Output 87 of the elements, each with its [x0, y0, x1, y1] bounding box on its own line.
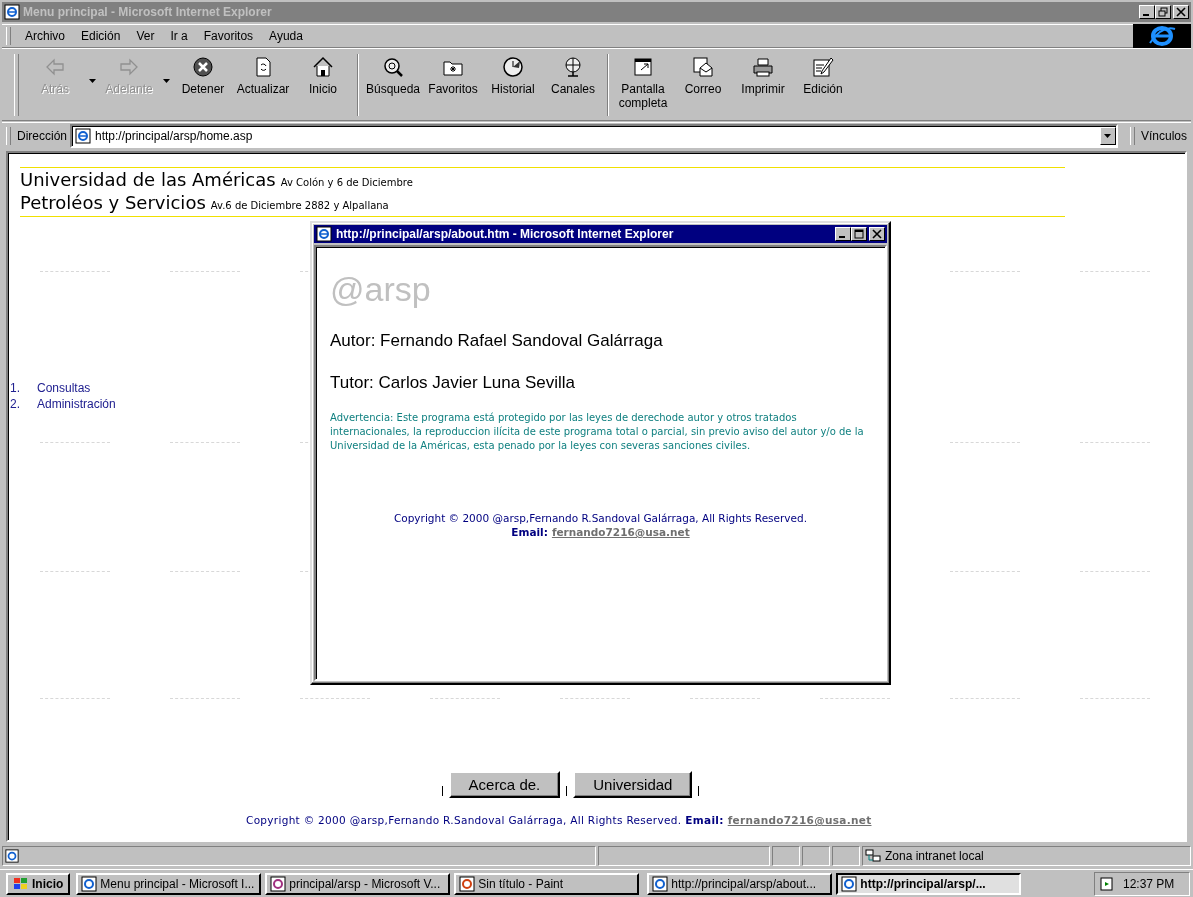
organization-address: Av.6 de Diciembre 2882 y Alpallana	[210, 199, 389, 213]
toolbar-button[interactable]: Canales	[543, 51, 603, 118]
printer-icon	[752, 55, 774, 78]
tutor-text: Tutor: Carlos Javier Luna Sevilla	[330, 373, 577, 393]
menu-item[interactable]: Ir a	[162, 28, 196, 43]
minimize-icon	[839, 236, 845, 238]
email-link[interactable]: fernando7216@usa.net	[551, 525, 690, 539]
fullscreen-icon	[632, 55, 654, 78]
toolbar-button[interactable]: Correo	[673, 51, 733, 118]
page-button[interactable]: Universidad	[573, 771, 693, 798]
toolbar-button[interactable]: Detener	[173, 51, 233, 118]
network-icon	[865, 848, 881, 865]
close-button[interactable]	[1173, 4, 1189, 19]
windows-logo-icon	[13, 876, 29, 891]
menu-item[interactable]: Favoritos	[195, 28, 262, 43]
page-button[interactable]: Acerca de.	[448, 771, 561, 798]
toolbar-button[interactable]: Edición	[793, 51, 853, 118]
clock-text: 12:37 PM	[1123, 876, 1175, 891]
caret-icon	[1104, 134, 1112, 139]
toolbar-button[interactable]: Actualizar	[233, 51, 293, 118]
maximize-button[interactable]	[851, 227, 867, 241]
home-icon	[312, 55, 334, 78]
mail-icon	[692, 55, 714, 78]
toolbar-button[interactable]: Imprimir	[733, 51, 793, 118]
list-number: 2.	[10, 396, 21, 412]
copyright-text: Copyright © 2000 @arsp,Fernando R.Sandoval Galárraga, All Rights Reserved.	[246, 814, 682, 826]
menu-item[interactable]: Archivo	[17, 28, 73, 43]
search-icon	[382, 55, 404, 78]
email-label: Email:	[511, 525, 548, 539]
window-icon	[652, 875, 669, 892]
window-icon	[270, 875, 287, 892]
logo-text: @arsp	[330, 269, 432, 309]
organization-address: Av Colón y 6 de Diciembre	[280, 176, 413, 190]
menu-link[interactable]: Administración	[37, 396, 116, 412]
copyright-text: Copyright © 2000 @arsp,Fernando R.Sandoval Galárraga, All Rights Reserved.	[393, 512, 808, 524]
window-icon	[459, 875, 476, 892]
edit-icon	[812, 55, 834, 78]
address-field[interactable]: http://principal/arsp/home.asp	[70, 124, 1118, 149]
caret-icon	[162, 78, 170, 83]
restore-button[interactable]	[1155, 4, 1171, 19]
menu-item[interactable]: Ver	[128, 28, 163, 43]
toolbar-button[interactable]: Pantalla completa	[613, 51, 673, 118]
status-panel	[802, 846, 830, 867]
window-icon	[841, 875, 858, 892]
warning-text: Advertencia: Este programa está protegido por las leyes de derechode autor y otros tratados internacionales, la reproduccion ilícita de este programa total o parcial, sin previo aviso del autor y/o de la Universidad de la Américas, esta penado por la leyes con severas sanciones civiles.	[330, 411, 865, 453]
minimize-button[interactable]	[835, 227, 851, 241]
page-icon	[75, 128, 91, 145]
toolbar-button[interactable]: Búsqueda	[363, 51, 423, 118]
taskbar-button[interactable]: principal/arsp - Microsoft V...	[265, 872, 451, 895]
toolbar-button[interactable]: Favoritos	[423, 51, 483, 118]
speaker-icon[interactable]	[1099, 875, 1115, 892]
menu-item[interactable]: Edición	[73, 28, 129, 43]
author-text: Autor: Fernando Rafael Sandoval Galárraga	[330, 331, 664, 351]
close-button[interactable]	[869, 227, 885, 241]
caret-icon	[88, 78, 96, 83]
organization-name: Universidad de las Américas	[20, 170, 276, 190]
menu-item[interactable]: Ayuda	[261, 28, 311, 43]
status-panel	[832, 846, 860, 867]
browser-logo	[1133, 23, 1191, 48]
globe-icon	[562, 55, 584, 78]
start-button[interactable]: Inicio	[6, 872, 71, 895]
taskbar-button[interactable]: http://principal/arsp/about...	[647, 872, 833, 895]
minimize-button[interactable]	[1139, 4, 1155, 19]
taskbar-button[interactable]: Sin título - Paint	[454, 872, 640, 895]
dropdown-button[interactable]	[1099, 127, 1116, 146]
email-label: Email:	[685, 814, 724, 826]
toolbar-button[interactable]: Historial	[483, 51, 543, 118]
browser-icon	[4, 3, 20, 20]
menu-link[interactable]: Consultas	[37, 380, 91, 396]
window-title: Menu principal - Microsoft Internet Explorer	[23, 4, 272, 19]
window-icon	[81, 875, 98, 892]
status-panel	[772, 846, 800, 867]
taskbar-button[interactable]: Menu principal - Microsoft I...	[76, 872, 262, 895]
zone-text: Zona intranet local	[885, 849, 984, 864]
popup-title: http://principal/arsp/about.htm - Microsoft Internet Explorer	[336, 227, 674, 241]
page-icon	[5, 849, 19, 864]
browser-icon	[316, 226, 332, 242]
list-number: 1.	[10, 380, 21, 396]
organization-name: Petroléos y Servicios	[20, 193, 206, 213]
links-button[interactable]: Vínculos	[1140, 129, 1191, 144]
toolbar-button[interactable]: Inicio	[293, 51, 353, 118]
minimize-icon	[1143, 13, 1149, 16]
taskbar-button[interactable]: http://principal/arsp/...	[836, 872, 1022, 895]
email-link[interactable]: fernando7216@usa.net	[727, 814, 872, 826]
clock-icon	[502, 55, 524, 78]
stop-icon	[192, 55, 214, 78]
address-label: Dirección	[17, 129, 67, 144]
